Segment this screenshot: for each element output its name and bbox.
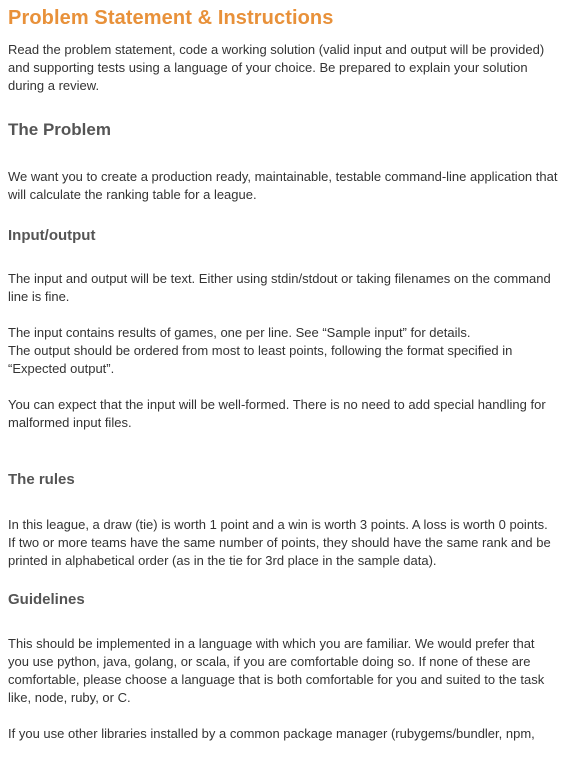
page-title: Problem Statement & Instructions (8, 7, 334, 29)
problem-line: will calculate the ranking table for a l… (8, 187, 257, 202)
guidelines-heading: Guidelines (8, 591, 85, 608)
guidelines-paragraph-2: If you use other libraries installed by … (8, 725, 535, 743)
io-paragraph-1: The input and output will be text. Eithe… (8, 270, 551, 306)
intro-line: Read the problem statement, code a worki… (8, 42, 545, 57)
io-paragraph-2: The input contains results of games, one… (8, 324, 512, 378)
rules-line: If two or more teams have the same numbe… (8, 535, 551, 550)
guidelines-line: comfortable, please choose a language th… (8, 672, 545, 687)
rules-paragraph: In this league, a draw (tie) is worth 1 … (8, 516, 551, 570)
intro-line: and supporting tests using a language of… (8, 60, 528, 75)
rules-line: In this league, a draw (tie) is worth 1 … (8, 517, 548, 532)
guidelines-line: If you use other libraries installed by … (8, 726, 535, 741)
intro-line: during a review. (8, 78, 100, 93)
io-line: The input and output will be text. Eithe… (8, 271, 551, 286)
io-line: The input contains results of games, one… (8, 325, 471, 340)
guidelines-line: like, node, ruby, or C. (8, 690, 131, 705)
guidelines-line: you use python, java, golang, or scala, … (8, 654, 531, 669)
io-line: malformed input files. (8, 415, 132, 430)
intro-paragraph: Read the problem statement, code a worki… (8, 41, 544, 95)
io-line: “Expected output”. (8, 361, 115, 376)
io-line: You can expect that the input will be we… (8, 397, 546, 412)
guidelines-paragraph-1: This should be implemented in a language… (8, 635, 544, 707)
io-paragraph-3: You can expect that the input will be we… (8, 396, 546, 432)
problem-line: We want you to create a production ready… (8, 169, 558, 184)
io-line: The output should be ordered from most t… (8, 343, 513, 358)
rules-heading: The rules (8, 471, 75, 488)
guidelines-line: This should be implemented in a language… (8, 636, 535, 651)
io-line: line is fine. (8, 289, 70, 304)
rules-line: printed in alphabetical order (as in the… (8, 553, 437, 568)
problem-heading: The Problem (8, 120, 111, 139)
io-heading: Input/output (8, 227, 96, 244)
problem-paragraph: We want you to create a production ready… (8, 168, 557, 204)
